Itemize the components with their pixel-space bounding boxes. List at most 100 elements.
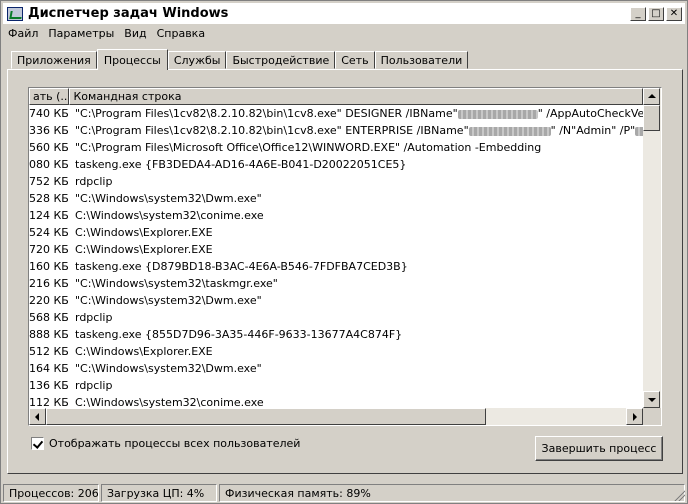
process-row[interactable]: 888 КБ taskeng.exe {855D7D96-3A35-446F-96…: [29, 326, 643, 343]
process-row[interactable]: 740 КБ "C:\Program Files\1cv82\8.2.10.82\…: [29, 105, 643, 122]
minimize-button[interactable]: _: [630, 6, 646, 21]
process-memory: 740 КБ: [29, 107, 69, 120]
process-memory: 160 КБ: [29, 260, 69, 273]
task-manager-window: Диспетчер задач Windows _ □ ✕ Файл Парам…: [0, 0, 688, 504]
process-memory: 528 КБ: [29, 192, 69, 205]
process-command-line: "C:\Windows\system32\Dwm.exe": [75, 192, 262, 205]
arrow-up-icon: [648, 94, 656, 98]
process-row[interactable]: 336 КБ "C:\Program Files\1cv82\8.2.10.82\…: [29, 122, 643, 139]
process-command-line: rdpclip: [75, 175, 113, 188]
process-memory: 080 КБ: [29, 158, 69, 171]
process-command-line: "C:\Windows\system32\taskmgr.exe": [75, 277, 278, 290]
end-process-button[interactable]: Завершить процесс: [535, 436, 663, 461]
window-title: Диспетчер задач Windows: [28, 6, 229, 21]
process-list[interactable]: ать (... Командная строка 740 КБ "C:\Prog…: [28, 87, 662, 426]
close-button[interactable]: ✕: [666, 6, 682, 21]
command-line-segment: "C:\Program Files\1cv82\8.2.10.82\bin\1c…: [75, 124, 469, 137]
process-command-line: taskeng.exe {FB3DEDA4-AD16-4A6E-B041-D20…: [75, 158, 407, 171]
process-row[interactable]: 528 КБ "C:\Windows\system32\Dwm.exe": [29, 190, 643, 207]
scroll-up-button[interactable]: [643, 88, 660, 105]
redacted-text: [635, 126, 643, 136]
process-command-line: taskeng.exe {D879BD18-B3AC-4E6A-B546-7FD…: [75, 260, 408, 273]
process-row[interactable]: 124 КБ C:\Windows\system32\conime.exe: [29, 207, 643, 224]
process-row[interactable]: 112 КБ C:\Windows\system32\conime.exe: [29, 394, 643, 408]
process-memory: 124 КБ: [29, 209, 69, 222]
process-row[interactable]: 560 КБ "C:\Program Files\Microsoft Office…: [29, 139, 643, 156]
arrow-down-icon: [648, 398, 656, 402]
column-header-memory[interactable]: ать (...: [29, 88, 70, 105]
process-memory: 560 КБ: [29, 141, 69, 154]
process-command-line: "C:\Windows\system32\Dwm.exe": [75, 294, 262, 307]
process-command-line: C:\Windows\system32\conime.exe: [75, 209, 264, 222]
column-header-command-line[interactable]: Командная строка: [69, 88, 643, 105]
scroll-left-button[interactable]: [29, 408, 46, 425]
command-line-segment: " /AppAutoCheckVersion /AppA: [537, 107, 643, 120]
vertical-scroll-thumb[interactable]: [643, 105, 660, 131]
process-command-line: rdpclip: [75, 311, 113, 324]
menu-file[interactable]: Файл: [3, 27, 43, 40]
process-rows: 740 КБ "C:\Program Files\1cv82\8.2.10.82\…: [29, 105, 643, 408]
process-memory: 112 КБ: [29, 396, 69, 408]
status-bar: Процессов: 206 Загрузка ЦП: 4% Физическа…: [3, 482, 687, 503]
redacted-text: [457, 109, 538, 119]
arrow-right-icon: [633, 413, 637, 421]
process-row[interactable]: 512 КБ C:\Windows\Explorer.EXE: [29, 343, 643, 360]
task-manager-app-icon: [7, 6, 23, 21]
process-row[interactable]: 720 КБ C:\Windows\Explorer.EXE: [29, 241, 643, 258]
command-line-segment: "C:\Program Files\1cv82\8.2.10.82\bin\1c…: [75, 107, 458, 120]
process-command-line: C:\Windows\system32\conime.exe: [75, 396, 264, 408]
process-row[interactable]: 568 КБ rdpclip: [29, 309, 643, 326]
command-line-segment: " /N"Admin" /P": [550, 124, 636, 137]
tab-services[interactable]: Службы: [167, 51, 227, 69]
process-command-line: "C:\Windows\system32\Dwm.exe": [75, 362, 262, 375]
process-row[interactable]: 220 КБ "C:\Windows\system32\Dwm.exe": [29, 292, 643, 309]
tab-users[interactable]: Пользователи: [374, 51, 469, 69]
tab-processes[interactable]: Процессы: [96, 49, 168, 70]
process-row[interactable]: 216 КБ "C:\Windows\system32\taskmgr.exe": [29, 275, 643, 292]
menu-bar: Файл Параметры Вид Справка: [3, 24, 685, 42]
process-memory: 164 КБ: [29, 362, 69, 375]
process-memory: 888 КБ: [29, 328, 69, 341]
process-memory: 720 КБ: [29, 243, 69, 256]
scroll-right-button[interactable]: [626, 408, 643, 425]
status-physical-memory: Физическая память: 89%: [219, 483, 685, 502]
process-memory: 216 КБ: [29, 277, 69, 290]
process-command-line: "C:\Program Files\Microsoft Office\Offic…: [75, 141, 542, 154]
column-header-row: ать (... Командная строка: [29, 88, 643, 105]
tab-network[interactable]: Сеть: [335, 51, 375, 69]
tab-performance[interactable]: Быстродействие: [226, 51, 336, 69]
menu-view[interactable]: Вид: [119, 27, 151, 40]
process-memory: 752 КБ: [29, 175, 69, 188]
process-row[interactable]: 136 КБ rdpclip: [29, 377, 643, 394]
horizontal-scroll-thumb[interactable]: [46, 408, 486, 425]
menu-options[interactable]: Параметры: [43, 27, 119, 40]
process-command-line: "C:\Program Files\1cv82\8.2.10.82\bin\1c…: [71, 105, 643, 122]
process-row[interactable]: 164 КБ "C:\Windows\system32\Dwm.exe": [29, 360, 643, 377]
tab-strip: Приложения Процессы Службы Быстродействи…: [11, 49, 469, 70]
process-memory: 136 КБ: [29, 379, 69, 392]
process-command-line: C:\Windows\Explorer.EXE: [75, 345, 213, 358]
horizontal-scrollbar[interactable]: [29, 408, 643, 425]
process-command-line: C:\Windows\Explorer.EXE: [75, 226, 213, 239]
process-command-line: rdpclip: [75, 379, 113, 392]
title-bar[interactable]: Диспетчер задач Windows _ □ ✕: [3, 3, 685, 24]
process-row[interactable]: 524 КБ C:\Windows\Explorer.EXE: [29, 224, 643, 241]
process-list-viewport: ать (... Командная строка 740 КБ "C:\Prog…: [29, 88, 643, 408]
maximize-button[interactable]: □: [648, 6, 664, 21]
scroll-down-button[interactable]: [643, 391, 660, 408]
tab-applications[interactable]: Приложения: [11, 51, 97, 69]
process-row[interactable]: 080 КБ taskeng.exe {FB3DEDA4-AD16-4A6E-B0…: [29, 156, 643, 173]
vertical-scrollbar[interactable]: [643, 88, 661, 408]
process-command-line: C:\Windows\Explorer.EXE: [75, 243, 213, 256]
show-all-processes-option[interactable]: Отображать процессы всех пользователей: [31, 437, 300, 450]
process-memory: 220 КБ: [29, 294, 69, 307]
status-cpu-usage: Загрузка ЦП: 4%: [101, 483, 217, 502]
scrollbar-corner: [643, 408, 661, 425]
process-memory: 524 КБ: [29, 226, 69, 239]
resize-grip-icon[interactable]: [673, 489, 685, 501]
menu-help[interactable]: Справка: [152, 27, 210, 40]
process-row[interactable]: 160 КБ taskeng.exe {D879BD18-B3AC-4E6A-B5…: [29, 258, 643, 275]
process-row[interactable]: 752 КБ rdpclip: [29, 173, 643, 190]
show-all-processes-checkbox[interactable]: [31, 437, 44, 450]
status-process-count: Процессов: 206: [3, 483, 99, 502]
